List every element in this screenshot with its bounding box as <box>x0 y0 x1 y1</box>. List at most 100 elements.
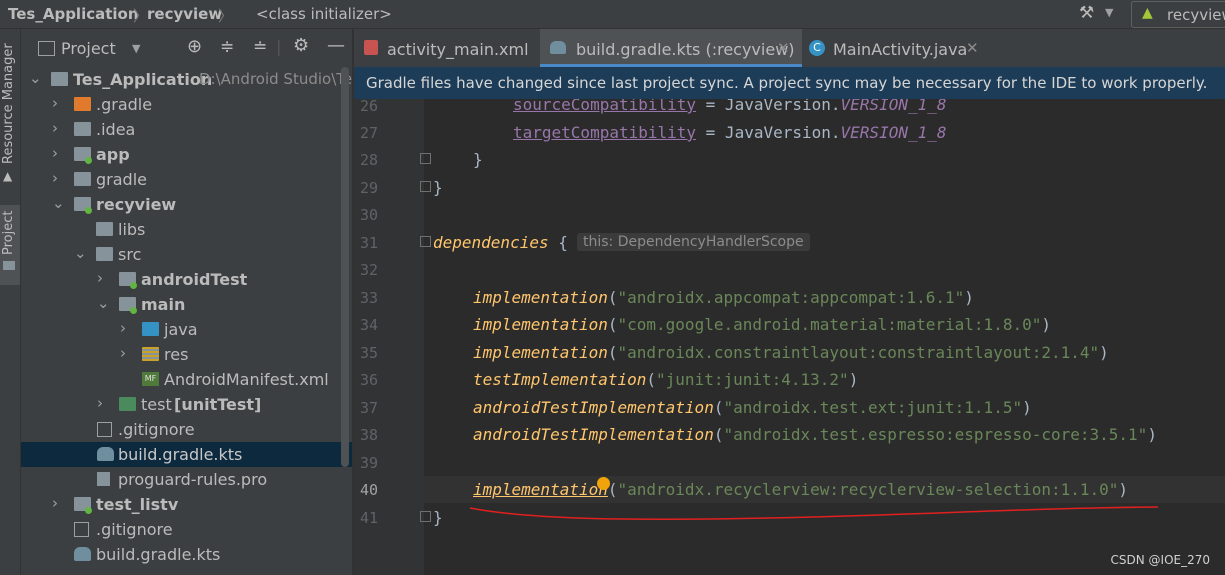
tree-item-label: gradle <box>96 170 147 189</box>
tree-item-root-build-gradle[interactable]: build.gradle.kts <box>21 542 352 567</box>
chevron-right-icon[interactable]: › <box>97 269 103 287</box>
line-number: 27 <box>359 124 378 142</box>
tree-item-manifest[interactable]: MF AndroidManifest.xml <box>21 367 352 392</box>
code-token: implementation <box>473 343 608 362</box>
tree-item-java[interactable]: › java <box>21 317 352 342</box>
tree-item-suffix: [unitTest] <box>174 395 262 414</box>
code-line-31: dependencies { <box>433 233 568 252</box>
code-line-33: implementation("androidx.appcompat:appco… <box>473 288 974 307</box>
tree-item-label: res <box>164 345 189 364</box>
module-folder-icon <box>51 72 68 86</box>
chevron-right-icon[interactable]: › <box>52 169 58 187</box>
project-panel-scrollbar[interactable] <box>341 67 349 467</box>
tree-item-label: .gitignore <box>96 520 173 539</box>
tree-item-build-gradle-selected[interactable]: build.gradle.kts <box>21 442 352 467</box>
text-file-icon <box>97 472 110 486</box>
fold-marker-icon[interactable] <box>420 153 431 164</box>
code-token: "androidx.constraintlayout:constraintlay… <box>617 343 1100 362</box>
annotation-underline <box>469 506 1159 521</box>
tree-item-app[interactable]: › app <box>21 142 352 167</box>
chevron-right-icon[interactable]: › <box>120 319 126 337</box>
tree-item-res[interactable]: › res <box>21 342 352 367</box>
code-token: "junit:junit:4.13.2" <box>656 370 849 389</box>
code-line-37: androidTestImplementation("androidx.test… <box>473 398 1032 417</box>
left-tool-strip: Resource Manager ▲ Project <box>0 29 21 575</box>
project-tab[interactable]: Project <box>1 211 16 255</box>
folder-icon <box>74 172 91 186</box>
fold-marker-icon[interactable] <box>420 236 431 247</box>
chevron-right-icon[interactable]: › <box>120 344 126 362</box>
chevron-down-icon[interactable]: ⌄ <box>74 244 87 262</box>
chevron-down-icon[interactable]: ⌄ <box>52 194 65 212</box>
project-view-title[interactable]: Project <box>61 39 116 58</box>
breadcrumb-module[interactable]: recyview <box>147 5 222 23</box>
chevron-down-icon[interactable]: ⌄ <box>97 294 110 312</box>
chevron-down-icon[interactable]: ⌄ <box>29 69 42 87</box>
hammer-icon[interactable]: ⚒ <box>1079 3 1094 23</box>
tree-item-gitignore[interactable]: .gitignore <box>21 417 352 442</box>
gear-icon[interactable]: ⚙ <box>293 35 309 56</box>
hide-panel-icon[interactable]: — <box>327 35 345 56</box>
tree-item-test[interactable]: › test [unitTest] <box>21 392 352 417</box>
tree-item-root-gitignore[interactable]: .gitignore <box>21 517 352 542</box>
module-badge-icon <box>130 282 137 289</box>
tree-item-root[interactable]: ⌄ Tes_Application D:\Android Studio\Te <box>21 67 352 92</box>
fold-marker-icon[interactable] <box>420 511 431 522</box>
folder-icon <box>3 261 15 270</box>
expand-all-icon[interactable]: ≑ <box>220 37 234 57</box>
tree-item-main[interactable]: ⌄ main <box>21 292 352 317</box>
close-icon[interactable]: ✕ <box>777 39 790 57</box>
tree-item-label: recyview <box>96 195 177 214</box>
line-number: 38 <box>359 426 378 444</box>
tree-item-gradle-dir[interactable]: › .gradle <box>21 92 352 117</box>
breadcrumb-project[interactable]: Tes_Application <box>8 5 139 23</box>
code-line-41: } <box>433 508 443 527</box>
tree-item-recyview[interactable]: ⌄ recyview <box>21 192 352 217</box>
line-number: 41 <box>359 509 378 527</box>
fold-marker-icon[interactable] <box>420 181 431 192</box>
tree-item-test-listv[interactable]: › test_listv <box>21 492 352 517</box>
tree-item-src[interactable]: ⌄ src <box>21 242 352 267</box>
code-line-26: sourceCompatibility = JavaVersion.VERSIO… <box>513 99 947 114</box>
chevron-right-icon[interactable]: › <box>52 494 58 512</box>
run-configuration-label: recyview <box>1167 6 1225 24</box>
code-line-29: } <box>433 178 443 197</box>
tree-item-gradle[interactable]: › gradle <box>21 167 352 192</box>
tree-item-path: D:\Android Studio\Te <box>199 70 353 88</box>
test-folder-icon <box>119 397 136 411</box>
tree-item-proguard[interactable]: proguard-rules.pro <box>21 467 352 492</box>
tab-main-activity[interactable]: C MainActivity.java ✕ <box>802 29 982 67</box>
tree-item-libs[interactable]: libs <box>21 217 352 242</box>
tree-item-label: main <box>141 295 186 314</box>
chevron-right-icon[interactable]: › <box>97 394 103 412</box>
breadcrumb-context[interactable]: <class initializer> <box>256 5 392 23</box>
folder-icon <box>96 222 113 236</box>
code-token: implementation <box>473 288 608 307</box>
code-token: androidTestImplementation <box>473 398 714 417</box>
collapse-all-icon[interactable]: ≐ <box>253 37 267 57</box>
line-number: 34 <box>359 316 378 334</box>
resource-manager-tab[interactable]: Resource Manager <box>1 43 16 164</box>
toolbar-divider: | <box>276 37 282 56</box>
tree-item-androidtest[interactable]: › androidTest <box>21 267 352 292</box>
tree-item-label: libs <box>118 220 146 239</box>
tree-item-label: test <box>141 395 172 414</box>
code-token: targetCompatibility <box>513 123 697 142</box>
tree-item-idea[interactable]: › .idea <box>21 117 352 142</box>
chevron-right-icon[interactable]: › <box>52 94 58 112</box>
run-configuration-select[interactable]: ▲ recyview <box>1131 1 1225 28</box>
chevron-down-icon[interactable]: ▼ <box>132 42 140 55</box>
chevron-down-icon[interactable]: ▼ <box>1105 6 1113 19</box>
tree-item-label: AndroidManifest.xml <box>164 370 329 389</box>
chevron-right-icon[interactable]: › <box>52 119 58 137</box>
code-token: "androidx.test.ext:junit:1.1.5" <box>723 398 1023 417</box>
editor-gutter: 26 27 28 29 30 31 32 33 34 35 36 37 38 3… <box>354 99 424 575</box>
code-line-35: implementation("androidx.constraintlayou… <box>473 343 1109 362</box>
locate-icon[interactable]: ⊕ <box>187 36 202 57</box>
tab-activity-main[interactable]: activity_main.xml <box>354 29 540 67</box>
tab-build-gradle[interactable]: build.gradle.kts (:recyview) ✕ <box>540 29 802 67</box>
tree-item-label: src <box>118 245 142 264</box>
chevron-right-icon[interactable]: › <box>52 144 58 162</box>
close-icon[interactable]: ✕ <box>966 39 979 57</box>
tab-label: MainActivity.java <box>833 40 968 59</box>
